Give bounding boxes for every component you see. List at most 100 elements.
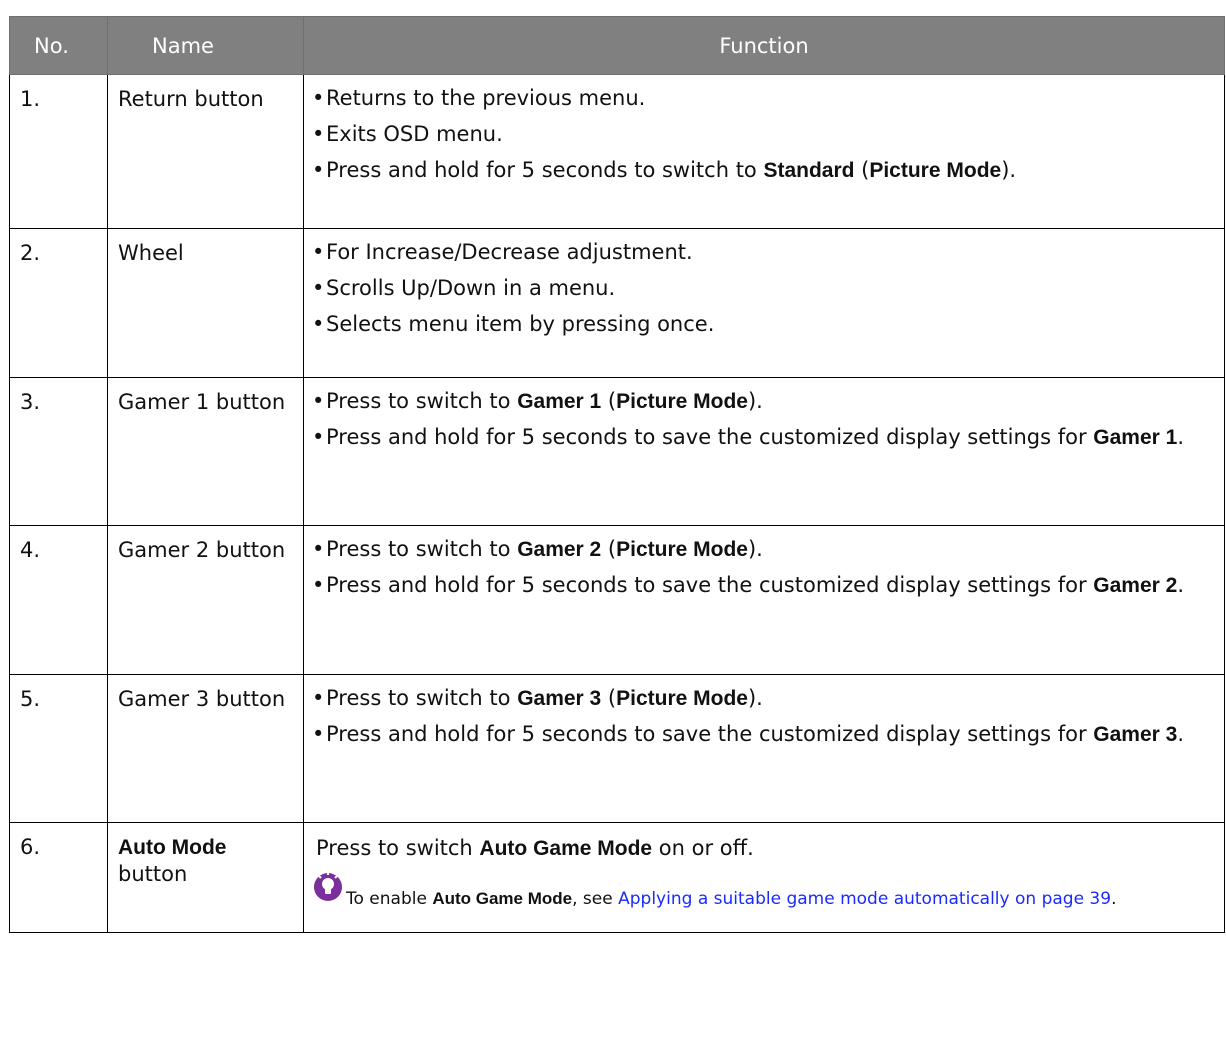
bold-term: Gamer 2: [517, 538, 602, 561]
function-text: Press to switch Auto Game Mode on or off…: [316, 835, 1214, 862]
text-segment: ).: [747, 686, 763, 710]
bullet-mark: •: [312, 425, 325, 449]
text-segment: Press and hold for 5 seconds to save the…: [326, 722, 1094, 746]
page-reference-link[interactable]: Applying a suitable game mode automatica…: [618, 889, 1111, 909]
bullet-item: • Press and hold for 5 seconds to save th…: [312, 572, 1214, 599]
bullet-text: Returns to the previous menu.: [326, 85, 1214, 112]
bullet-mark: •: [312, 312, 325, 336]
table-row: 3. Gamer 1 button • Press to switch to Game…: [9, 377, 1225, 526]
bullet-mark: •: [312, 389, 325, 413]
row-function: • For Increase/Decrease adjustment. • Scrol…: [303, 228, 1225, 378]
bullet-mark: •: [312, 722, 325, 746]
table-row-6: 6. Auto Mode button Press to switch Auto…: [9, 822, 1225, 933]
bold-term: Picture Mode: [616, 687, 748, 710]
table-row: 1. Return button • Returns to the previous …: [9, 74, 1225, 229]
row-function: • Returns to the previous menu. • Exits OSD…: [303, 74, 1225, 229]
row-number: 6.: [9, 822, 108, 933]
bold-term: Picture Mode: [616, 390, 748, 413]
lightbulb-note-icon: [312, 870, 346, 911]
header-name: Name: [107, 16, 304, 75]
row-number: 2.: [9, 228, 108, 378]
text-segment: Press to switch to: [326, 389, 518, 413]
text-segment: Press to switch to: [326, 537, 518, 561]
row-function: • Press to switch to Gamer 1 (Picture Mod…: [303, 377, 1225, 526]
bullet-item: • Press and hold for 5 seconds to save th…: [312, 721, 1214, 748]
bullet-item: • For Increase/Decrease adjustment.: [312, 239, 1214, 266]
bold-term: Gamer 2: [1093, 574, 1178, 597]
bullet-item: • Press to switch to Gamer 3 (Picture Mod…: [312, 685, 1214, 712]
row-name: Gamer 2 button: [107, 525, 304, 675]
row-number: 4.: [9, 525, 108, 675]
row-number: 5.: [9, 674, 108, 823]
bullet-text: Scrolls Up/Down in a menu.: [326, 275, 1214, 302]
row-name: Wheel: [107, 228, 304, 378]
bold-term: Gamer 3: [1093, 723, 1178, 746]
text-segment: Press to switch to: [326, 686, 518, 710]
text-segment: Press and hold for 5 seconds to save the…: [326, 573, 1094, 597]
table-row: 5. Gamer 3 button • Press to switch to Game…: [9, 674, 1225, 823]
bullet-item: • Press and hold for 5 seconds to save th…: [312, 424, 1214, 451]
bullet-text: Press to switch to Gamer 1 (Picture Mode…: [326, 388, 1214, 415]
bullet-text: Press to switch to Gamer 3 (Picture Mode…: [326, 685, 1214, 712]
bold-term: Gamer 1: [517, 390, 602, 413]
note-bold: Auto Game Mode: [432, 889, 573, 908]
bullet-mark: •: [312, 537, 325, 561]
row-function: • Press to switch to Gamer 3 (Picture Mod…: [303, 674, 1225, 823]
text-segment: ).: [747, 389, 763, 413]
row-number: 1.: [9, 74, 108, 229]
function-table: No. Name Function 1. Return button • Return…: [9, 16, 1225, 933]
text-segment: (: [854, 158, 870, 182]
header-function: Function: [303, 16, 1225, 75]
text-segment: Press and hold for 5 seconds to save the…: [326, 425, 1094, 449]
bold-term: Gamer 3: [517, 687, 602, 710]
row-name-bold: Auto Mode: [118, 836, 227, 859]
table-row: 4. Gamer 2 button • Press to switch to Game…: [9, 525, 1225, 675]
bold-term: Standard: [763, 159, 855, 182]
bullet-text: Press and hold for 5 seconds to switch t…: [326, 157, 1214, 184]
note-pre: To enable: [346, 889, 433, 909]
bullet-text: Press to switch to Gamer 2 (Picture Mode…: [326, 536, 1214, 563]
text-segment: Exits OSD menu.: [326, 122, 503, 146]
bullet-mark: •: [312, 122, 325, 146]
note-text: To enable Auto Game Mode, see Applying a…: [346, 874, 1214, 915]
row-name: Return button: [107, 74, 304, 229]
bullet-text: For Increase/Decrease adjustment.: [326, 239, 1214, 266]
header-no: No.: [9, 16, 108, 75]
text-segment: Scrolls Up/Down in a menu.: [326, 276, 616, 300]
bullet-item: • Exits OSD menu.: [312, 121, 1214, 148]
bullet-item: • Returns to the previous menu.: [312, 85, 1214, 112]
bullet-mark: •: [312, 573, 325, 597]
bullet-item: • Press to switch to Gamer 2 (Picture Mod…: [312, 536, 1214, 563]
note: To enable Auto Game Mode, see Applying a…: [312, 871, 1214, 915]
text-segment: Returns to the previous menu.: [326, 86, 646, 110]
bullet-mark: •: [312, 276, 325, 300]
bullet-mark: •: [312, 686, 325, 710]
bullet-item: • Press to switch to Gamer 1 (Picture Mod…: [312, 388, 1214, 415]
bullet-text: Selects menu item by pressing once.: [326, 311, 1214, 338]
row-name: Gamer 3 button: [107, 674, 304, 823]
row-function: • Press to switch to Gamer 2 (Picture Mod…: [303, 525, 1225, 675]
text-segment: (: [601, 389, 617, 413]
note-post: .: [1111, 889, 1117, 909]
bullet-mark: •: [312, 240, 325, 264]
row-function: Press to switch Auto Game Mode on or off…: [303, 822, 1225, 933]
bullet-text: Press and hold for 5 seconds to save the…: [326, 424, 1214, 451]
table-header-row: No. Name Function: [9, 16, 1225, 75]
text-segment: .: [1177, 573, 1185, 597]
bold-term: Picture Mode: [869, 159, 1002, 182]
row-name: Auto Mode button: [107, 822, 304, 933]
bold-term: Gamer 1: [1093, 426, 1178, 449]
text-segment: (: [601, 686, 617, 710]
function-text-bold: Auto Game Mode: [479, 837, 653, 860]
text-segment: For Increase/Decrease adjustment.: [326, 240, 693, 264]
text-segment: ).: [1001, 158, 1017, 182]
text-segment: Selects menu item by pressing once.: [326, 312, 715, 336]
note-mid: , see: [572, 889, 619, 909]
row-name: Gamer 1 button: [107, 377, 304, 526]
bullet-text: Exits OSD menu.: [326, 121, 1214, 148]
bullet-item: • Scrolls Up/Down in a menu.: [312, 275, 1214, 302]
bullet-item: • Press and hold for 5 seconds to switch …: [312, 157, 1214, 184]
bullet-text: Press and hold for 5 seconds to save the…: [326, 572, 1214, 599]
bold-term: Picture Mode: [616, 538, 748, 561]
text-segment: ).: [747, 537, 763, 561]
